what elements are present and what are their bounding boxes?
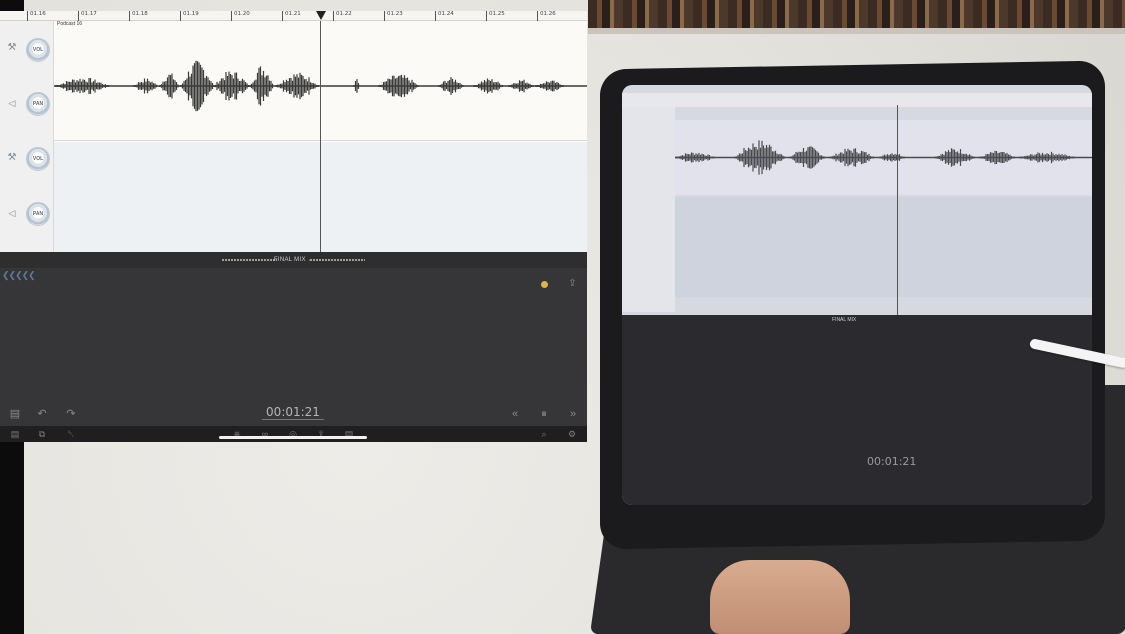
pause-icon[interactable]: ⏸ bbox=[537, 406, 551, 422]
ruler-tick: 01.19 bbox=[180, 11, 199, 21]
timecode-display[interactable]: 00:01:21 bbox=[262, 405, 324, 420]
ruler-tick: 01.26 bbox=[537, 11, 556, 21]
ruler-tick: 01.16 bbox=[27, 11, 46, 21]
ipad-playhead-line bbox=[897, 105, 898, 315]
ipad-track-controls bbox=[622, 107, 675, 312]
ipad-dark-panel bbox=[622, 315, 1092, 505]
ipad-track2-area bbox=[675, 197, 1092, 297]
ruler-tick: 01.24 bbox=[435, 11, 454, 21]
final-mix-bar: FINAL MIX ⌄ bbox=[0, 252, 587, 268]
wrench-icon[interactable]: ⚒ bbox=[6, 42, 18, 54]
gear-icon[interactable]: ⚙ bbox=[566, 428, 578, 440]
fast-forward-icon[interactable]: » bbox=[566, 406, 580, 422]
level-meter-right bbox=[310, 259, 365, 261]
ruler-tick: 01.21 bbox=[282, 11, 301, 21]
ruler-tick: 01.18 bbox=[129, 11, 148, 21]
speaker-icon[interactable]: ◁ bbox=[6, 97, 18, 109]
ruler-tick: 01.23 bbox=[384, 11, 403, 21]
ruler-tick: 01.20 bbox=[231, 11, 250, 21]
rewind-icon[interactable]: « bbox=[508, 406, 522, 422]
trash-icon[interactable]: ␡ bbox=[65, 428, 77, 440]
track-1-volume-knob[interactable]: VOL bbox=[26, 38, 50, 62]
copy-icon[interactable]: ⧉ bbox=[36, 428, 48, 440]
background-bookshelf bbox=[588, 0, 1125, 28]
track-1-name: Podcast 16 bbox=[57, 21, 83, 27]
screenshot-stage: @ # $ % ^ & * ( ) W E R T Y U I O P D F … bbox=[0, 0, 1125, 634]
background-shelf-edge bbox=[588, 28, 1125, 34]
speaker-icon[interactable]: ◁ bbox=[6, 207, 18, 219]
ipad-screen: FINAL MIX 00:01:21 bbox=[622, 85, 1092, 505]
project-doc-icon[interactable]: ▤ bbox=[8, 406, 22, 422]
ipad-photo: FINAL MIX 00:01:21 bbox=[600, 60, 1105, 550]
clipboard-icon[interactable]: ▤ bbox=[9, 428, 21, 440]
ipad-timecode: 00:01:21 bbox=[867, 455, 917, 468]
wrench-icon[interactable]: ⚒ bbox=[6, 152, 18, 164]
playhead-marker[interactable] bbox=[316, 11, 326, 20]
app-window: 01.16 01.17 01.18 01.19 01.20 01.21 01.2… bbox=[0, 11, 587, 442]
redo-icon[interactable]: ↷ bbox=[64, 406, 78, 422]
timeline-ruler[interactable]: 01.16 01.17 01.18 01.19 01.20 01.21 01.2… bbox=[0, 11, 587, 21]
track-1-pan-knob[interactable]: PAN bbox=[26, 92, 50, 116]
track-2-volume-knob[interactable]: VOL bbox=[26, 147, 50, 171]
ipad-timeline-ruler bbox=[622, 93, 1092, 107]
info-icon[interactable] bbox=[541, 281, 548, 288]
collapse-chevrons-icon[interactable]: ❮❮❮❮❮ bbox=[2, 270, 36, 281]
ruler-tick: 01.25 bbox=[486, 11, 505, 21]
export-icon[interactable]: ⇪ bbox=[567, 278, 578, 290]
ipad-mix-label: FINAL MIX bbox=[832, 317, 857, 323]
mixer-panel bbox=[0, 268, 587, 426]
ipad-waveform bbox=[674, 140, 1092, 175]
search-icon[interactable]: ⌕ bbox=[538, 428, 550, 440]
ipad-track-area bbox=[674, 120, 1092, 195]
bottom-toolbar: ▤ ⧉ ␡ ⎈ ∞ ◎ ⇪ ▤ ⌕ ⚙ bbox=[0, 426, 587, 442]
hand-photo bbox=[710, 560, 850, 634]
playhead-line bbox=[320, 21, 321, 252]
home-indicator bbox=[219, 436, 367, 439]
ruler-tick: 01.17 bbox=[78, 11, 97, 21]
ruler-tick: 01.22 bbox=[333, 11, 352, 21]
undo-icon[interactable]: ↶ bbox=[35, 406, 49, 422]
track-2-pan-knob[interactable]: PAN bbox=[26, 202, 50, 226]
final-mix-dropdown[interactable]: FINAL MIX ⌄ bbox=[0, 252, 587, 268]
